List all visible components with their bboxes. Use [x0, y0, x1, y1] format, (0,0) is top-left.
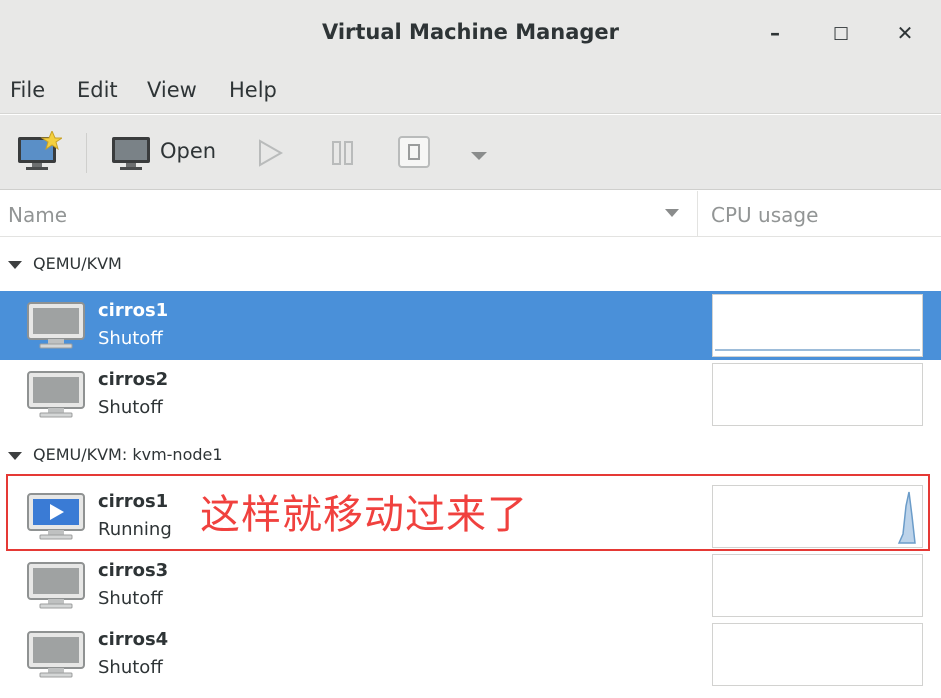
vm-state: Shutoff — [98, 657, 163, 678]
vm-row[interactable]: cirros3 Shutoff — [0, 551, 941, 620]
run-button[interactable] — [256, 139, 284, 171]
open-label[interactable]: Open — [160, 139, 216, 163]
maximize-button[interactable]: □ — [826, 18, 856, 48]
pause-button[interactable] — [331, 140, 355, 170]
menu-bar: File Edit View Help — [0, 68, 941, 114]
vm-monitor-icon — [26, 301, 86, 355]
vm-row[interactable]: cirros4 Shutoff — [0, 620, 941, 689]
monitor-icon — [112, 137, 150, 170]
window-title: Virtual Machine Manager — [321, 20, 620, 44]
vm-row[interactable]: cirros2 Shutoff — [0, 360, 941, 429]
annotation-text: 这样就移动过来了 — [200, 492, 528, 538]
minimize-button[interactable]: – — [760, 18, 790, 48]
shutdown-menu-button[interactable] — [470, 147, 488, 166]
expander-arrow-icon[interactable] — [8, 452, 22, 460]
expander-arrow-icon[interactable] — [8, 261, 22, 269]
dropdown-arrow-icon — [471, 152, 487, 160]
cpu-usage-graph — [712, 554, 923, 617]
menu-edit[interactable]: Edit — [77, 78, 118, 102]
menu-help[interactable]: Help — [229, 78, 277, 102]
sort-arrow-icon[interactable] — [665, 209, 679, 217]
connection-label: QEMU/KVM: kvm-node1 — [33, 445, 223, 464]
cpu-usage-graph — [712, 294, 923, 357]
column-cpu-header[interactable]: CPU usage — [711, 203, 818, 227]
shutdown-icon — [398, 136, 430, 168]
cpu-usage-graph — [712, 623, 923, 686]
vm-monitor-icon — [26, 630, 86, 684]
vm-state: Shutoff — [98, 328, 163, 349]
column-header: Name CPU usage — [0, 191, 941, 237]
vm-state: Shutoff — [98, 397, 163, 418]
vm-monitor-icon — [26, 370, 86, 424]
vm-state: Shutoff — [98, 588, 163, 609]
vm-name: cirros2 — [98, 369, 169, 390]
cpu-sparkline — [715, 349, 920, 351]
vm-name: cirros1 — [98, 300, 169, 321]
open-button[interactable] — [111, 135, 153, 175]
menu-view[interactable]: View — [147, 78, 197, 102]
close-button[interactable]: ✕ — [890, 18, 920, 48]
shutdown-button[interactable] — [397, 135, 431, 173]
vm-name: cirros3 — [98, 560, 169, 581]
column-divider[interactable] — [697, 191, 698, 237]
cpu-usage-graph — [712, 363, 923, 426]
title-bar: Virtual Machine Manager – □ ✕ — [0, 0, 941, 68]
toolbar: Open — [0, 115, 941, 190]
new-vm-button[interactable] — [16, 129, 64, 177]
column-name-header[interactable]: Name — [8, 203, 67, 227]
vm-monitor-icon — [26, 561, 86, 615]
menu-file[interactable]: File — [10, 78, 45, 102]
connection-label: QEMU/KVM — [33, 254, 122, 273]
vm-name: cirros4 — [98, 629, 169, 650]
vm-row[interactable]: cirros1 Shutoff — [0, 291, 941, 360]
connection-row[interactable]: QEMU/KVM: kvm-node1 — [0, 430, 941, 480]
toolbar-separator — [86, 133, 87, 173]
play-icon — [259, 139, 284, 167]
new-vm-icon — [18, 129, 64, 170]
connection-row[interactable]: QEMU/KVM — [0, 239, 941, 289]
pause-icon — [332, 141, 353, 165]
